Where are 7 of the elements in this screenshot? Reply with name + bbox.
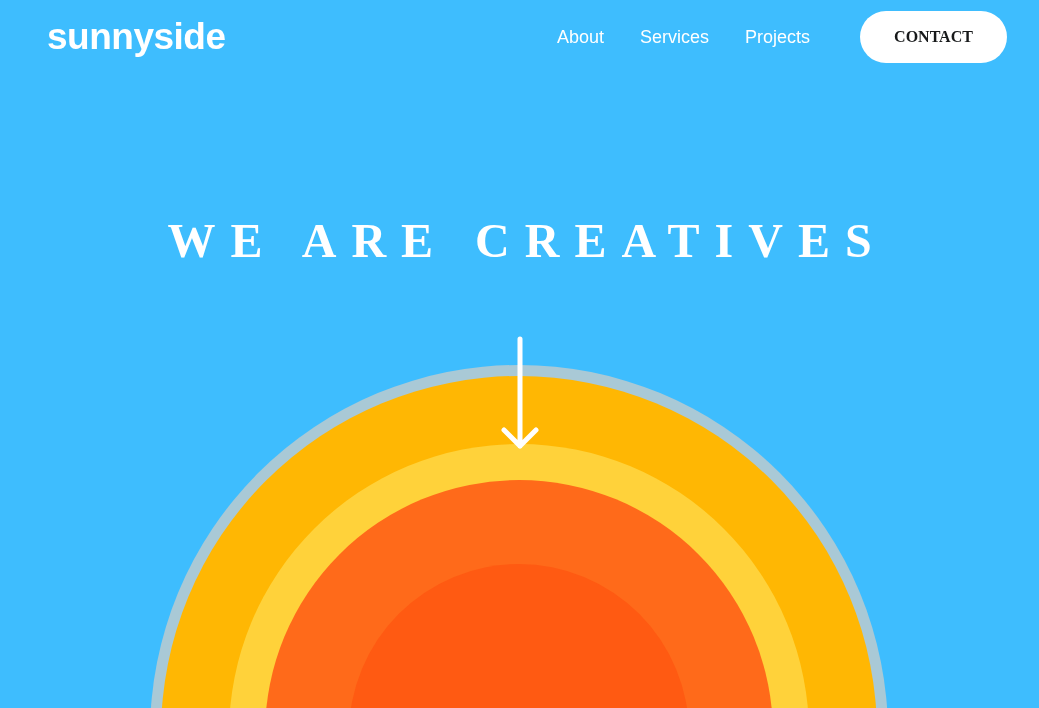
down-arrow-icon[interactable]	[499, 336, 540, 452]
nav-link[interactable]: About	[556, 26, 604, 48]
nav-link[interactable]: Services	[639, 26, 709, 48]
logo[interactable]: sunnyside	[47, 16, 226, 58]
hero-headline: WE ARE CREATIVES	[166, 213, 887, 268]
contact-button[interactable]: CONTACT	[860, 11, 1007, 63]
nav-link[interactable]: Projects	[744, 26, 810, 48]
